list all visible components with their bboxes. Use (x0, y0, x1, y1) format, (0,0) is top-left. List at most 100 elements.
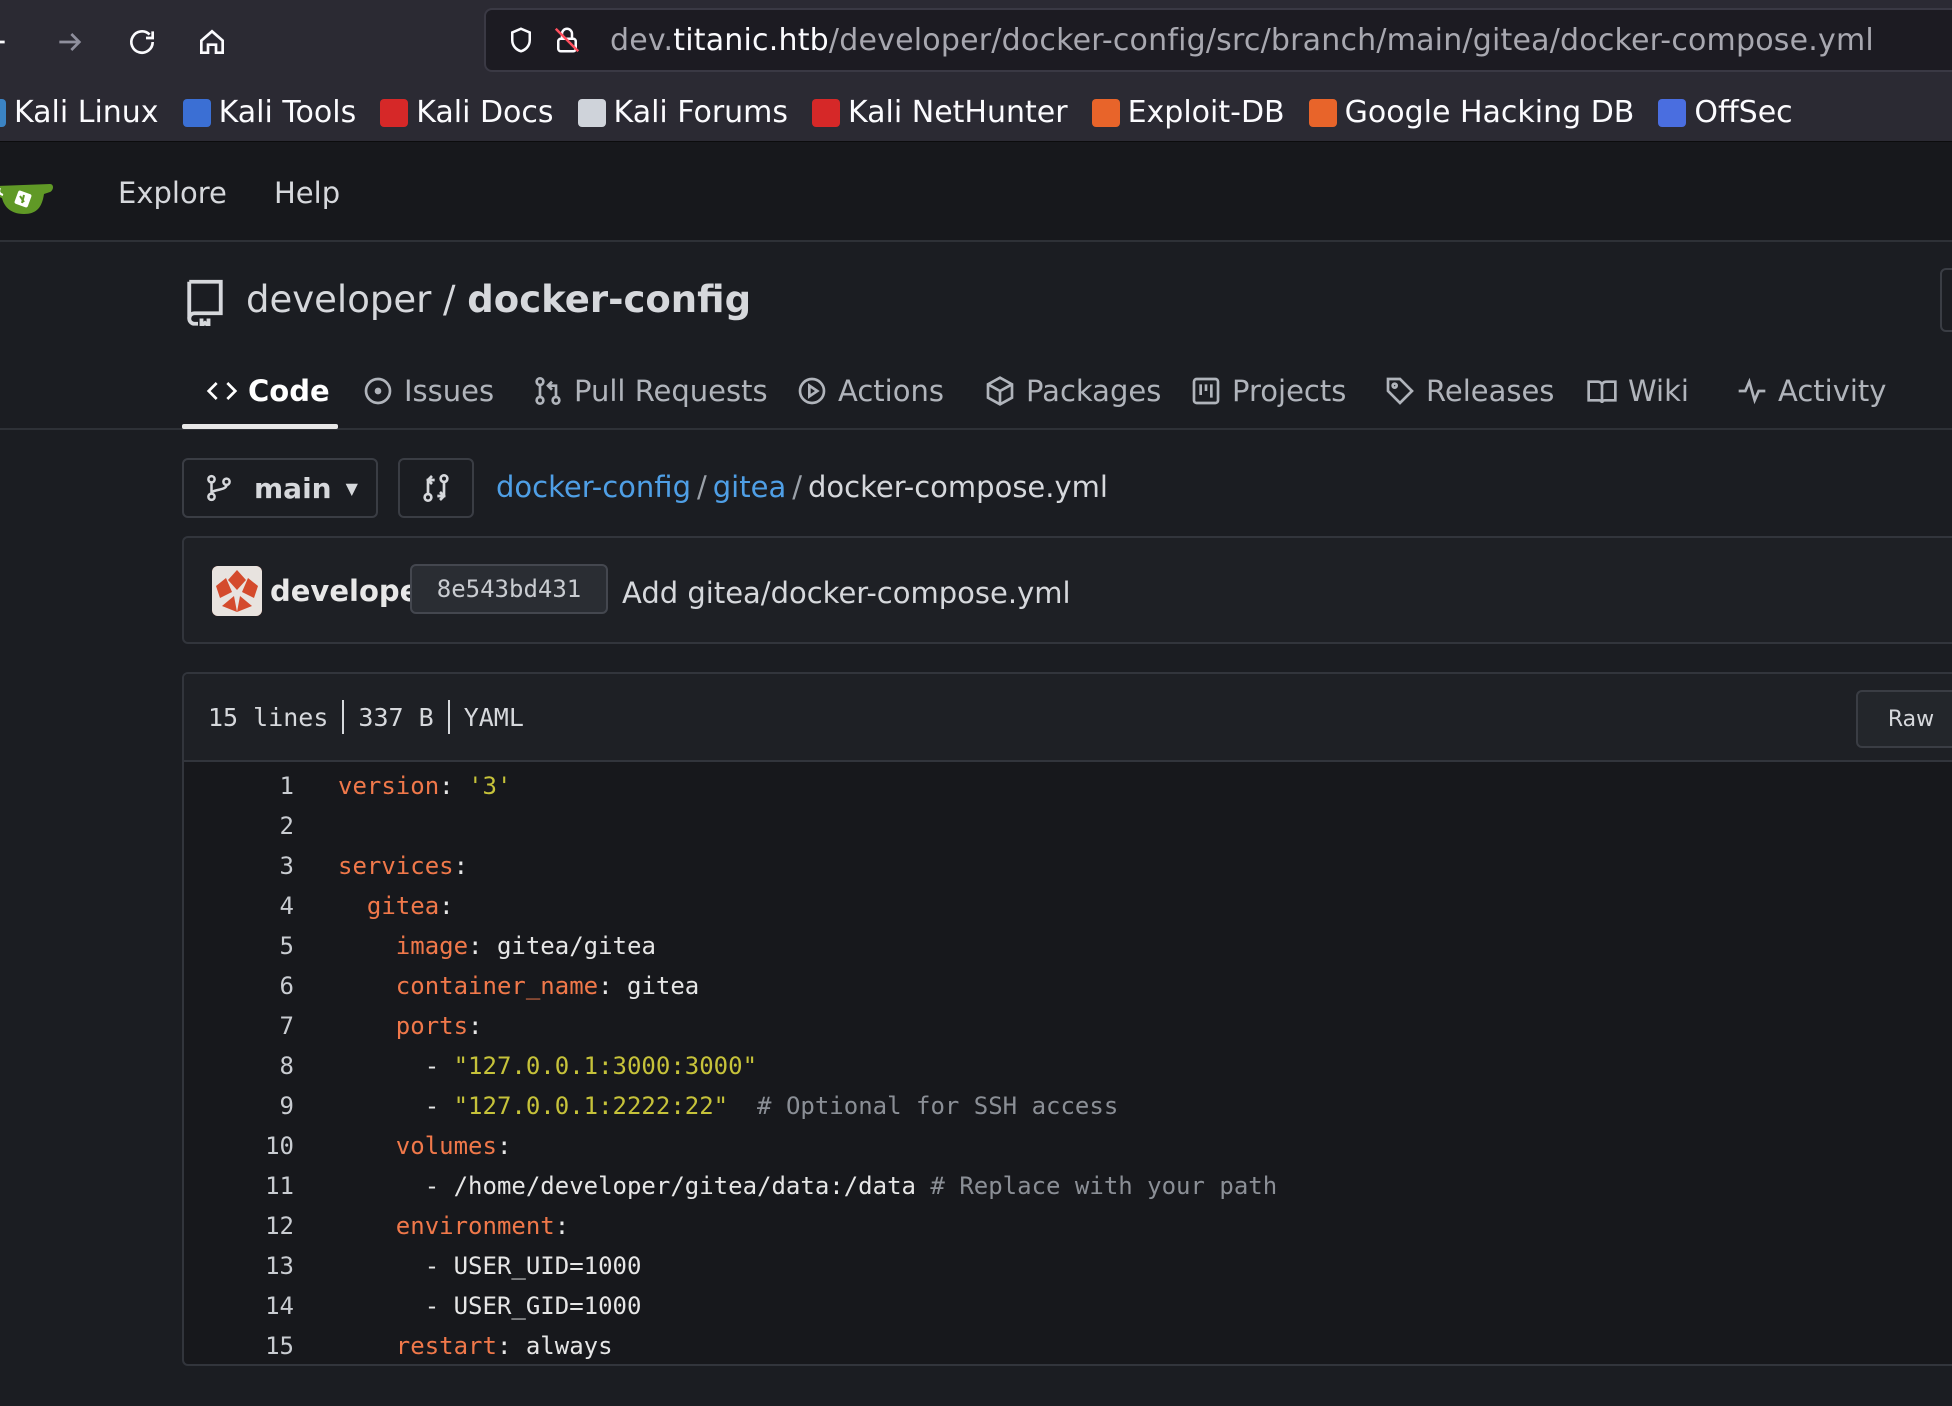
code-token: image (395, 932, 469, 960)
book-icon (1587, 380, 1617, 404)
bookmark-item[interactable]: Kali Tools (182, 95, 356, 130)
latest-commit-box: developer 8e543bd431 Add gitea/docker-co… (182, 536, 1952, 644)
code-token: - USER_GID=1000 (338, 1292, 642, 1320)
line-number[interactable]: 10 (184, 1126, 294, 1166)
code-token: : gitea/gitea (468, 932, 656, 960)
tab-label: Releases (1426, 374, 1555, 408)
line-number[interactable]: 15 (184, 1326, 294, 1364)
code-token: : (439, 772, 469, 800)
commit-sha-badge[interactable]: 8e543bd431 (410, 564, 608, 614)
raw-button[interactable]: Raw (1856, 690, 1952, 748)
tab-label: Projects (1232, 374, 1347, 408)
home-button[interactable] (188, 18, 236, 66)
tab-code[interactable]: Code (206, 366, 330, 416)
tab-pull-requests[interactable]: Pull Requests (532, 366, 768, 416)
bookmark-label: Google Hacking DB (1344, 95, 1635, 130)
bookmark-item[interactable]: Kali Linux (0, 95, 159, 130)
code-line: 3 services: (184, 846, 1952, 886)
bookmark-item[interactable]: Kali Forums (577, 95, 788, 130)
line-number[interactable]: 13 (184, 1246, 294, 1286)
line-number[interactable]: 12 (184, 1206, 294, 1246)
line-number[interactable]: 3 (184, 846, 294, 886)
line-content: version: '3' (338, 766, 511, 806)
line-number[interactable]: 7 (184, 1006, 294, 1046)
gitea-logo-icon[interactable] (0, 178, 56, 218)
code-line: 13 - USER_UID=1000 (184, 1246, 1952, 1286)
tab-label: Wiki (1628, 374, 1689, 408)
line-content: - USER_UID=1000 (338, 1246, 642, 1286)
tab-wiki[interactable]: Wiki (1586, 366, 1689, 416)
nethunter-icon (812, 98, 841, 127)
bookmark-item[interactable]: Google Hacking DB (1308, 95, 1635, 130)
back-button[interactable] (0, 18, 18, 66)
line-number[interactable]: 8 (184, 1046, 294, 1086)
bookmark-label: Kali Linux (14, 95, 159, 130)
breadcrumb-separator: / (696, 470, 707, 504)
arrow-right-icon (59, 33, 82, 51)
divider (342, 700, 345, 734)
play-icon (798, 377, 826, 405)
line-number[interactable]: 11 (184, 1166, 294, 1206)
branch-icon (207, 474, 231, 502)
code-token: : (439, 892, 454, 920)
breadcrumb-separator: / (792, 470, 802, 504)
line-number[interactable]: 14 (184, 1286, 294, 1326)
line-content: restart: always (338, 1326, 613, 1364)
line-content: - /home/developer/gitea/data:/data # Rep… (338, 1166, 1278, 1206)
line-number[interactable]: 2 (184, 806, 294, 846)
code-token: "127.0.0.1:3000:3000" (453, 1052, 758, 1080)
bookmark-item[interactable]: Kali NetHunter (812, 95, 1068, 130)
insecure-lock-icon[interactable] (550, 23, 584, 57)
tab-actions[interactable]: Actions (796, 366, 944, 416)
identicon-icon (212, 566, 262, 616)
repo-icon (187, 279, 223, 326)
tab-releases[interactable]: Releases (1384, 366, 1554, 416)
url-text[interactable]: dev.titanic.htb/developer/docker-config/… (610, 23, 1874, 58)
breadcrumb-repo-link[interactable]: docker-config (496, 470, 691, 504)
code-token: services (338, 852, 454, 880)
tab-label: Code (248, 374, 330, 408)
code-line: 9 - "127.0.0.1:2222:22" # Optional for S… (184, 1086, 1952, 1126)
repo-name-link[interactable]: docker-config (467, 278, 751, 321)
repo-owner-link[interactable]: developer (246, 278, 431, 321)
reload-button[interactable] (118, 18, 166, 66)
compare-button[interactable] (398, 458, 474, 518)
bookmark-item[interactable]: OffSec (1658, 95, 1793, 130)
kali-tools-icon (182, 98, 211, 127)
avatar[interactable] (212, 566, 262, 616)
branch-selector[interactable]: main ▼ (182, 458, 378, 518)
tab-projects[interactable]: Projects (1190, 366, 1346, 416)
line-content: environment: (338, 1206, 569, 1246)
line-content: gitea: (338, 886, 454, 926)
line-number[interactable]: 1 (184, 766, 294, 806)
bookmark-item[interactable]: Exploit-DB (1091, 95, 1285, 130)
help-link[interactable]: Help (274, 176, 340, 210)
line-number[interactable]: 6 (184, 966, 294, 1006)
tab-activity[interactable]: Activity (1736, 366, 1886, 416)
project-icon (1192, 377, 1220, 405)
forward-button[interactable] (46, 18, 94, 66)
active-tab-underline (182, 424, 338, 429)
issue-icon (364, 377, 392, 405)
repo-action-button[interactable] (1940, 268, 1952, 332)
tab-issues[interactable]: Issues (362, 366, 494, 416)
bookmark-item[interactable]: Kali Docs (380, 95, 554, 130)
line-number[interactable]: 5 (184, 926, 294, 966)
code-line: 6 container_name: gitea (184, 966, 1952, 1006)
tab-packages[interactable]: Packages (984, 366, 1161, 416)
line-content: image: gitea/gitea (338, 926, 656, 966)
tab-label: Issues (404, 374, 495, 408)
bookmarks-bar: Kali Linux Kali Tools Kali Docs Kali Forums… (0, 84, 1952, 142)
commit-message[interactable]: Add gitea/docker-compose.yml (622, 576, 1071, 610)
line-number[interactable]: 9 (184, 1086, 294, 1126)
explore-link[interactable]: Explore (118, 176, 227, 210)
line-number[interactable]: 4 (184, 886, 294, 926)
breadcrumb-dir-link[interactable]: gitea (713, 470, 786, 504)
shield-icon[interactable] (504, 23, 538, 57)
arrow-left-icon (0, 40, 5, 44)
url-bar[interactable]: dev.titanic.htb/developer/docker-config/… (484, 8, 1952, 72)
home-icon (200, 29, 224, 54)
